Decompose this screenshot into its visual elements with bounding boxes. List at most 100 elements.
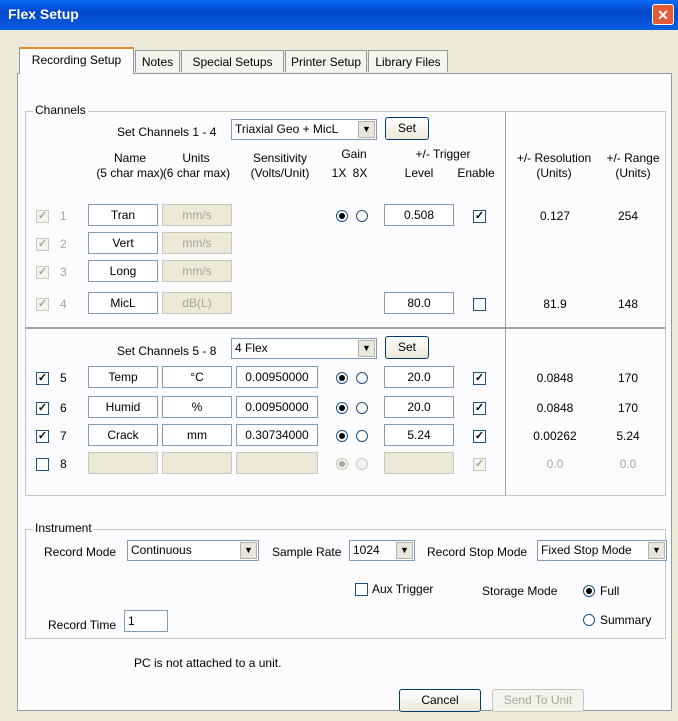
channel-8-sensitivity[interactable]	[236, 452, 318, 474]
tab-recording-setup[interactable]: Recording Setup	[19, 47, 134, 74]
channel-4-checkbox[interactable]: ✓	[36, 298, 49, 311]
storage-summary-label: Summary	[600, 613, 652, 627]
channels-5-8-select[interactable]: 4 Flex ▼	[231, 338, 377, 359]
channel-6-units[interactable]: %	[162, 396, 232, 418]
channel-7-checkbox[interactable]: ✓	[36, 430, 49, 443]
channel-7-name[interactable]: Crack	[88, 424, 158, 446]
channel-1-name[interactable]: Tran	[88, 204, 158, 226]
record-mode-label: Record Mode	[44, 545, 117, 559]
tab-printer-setup[interactable]: Printer Setup	[285, 50, 367, 72]
set-channels-5-8-button[interactable]: Set	[385, 336, 429, 359]
storage-summary-radio[interactable]	[583, 614, 595, 626]
dropdown-arrow-icon: ▼	[358, 121, 375, 138]
channel-6-gain-1x[interactable]	[336, 402, 348, 414]
cancel-button[interactable]: Cancel	[399, 689, 481, 712]
status-text: PC is not attached to a unit.	[134, 656, 282, 670]
header-resolution-sub: (Units)	[536, 166, 572, 180]
channel-6-name[interactable]: Humid	[88, 396, 158, 418]
channel-7-trigger-level[interactable]: 5.24	[384, 424, 454, 446]
channel-5-name[interactable]: Temp	[88, 366, 158, 388]
channel-4-units[interactable]: dB(L)	[162, 292, 232, 314]
record-stop-mode-value: Fixed Stop Mode	[541, 543, 632, 557]
channel-8-resolution: 0.0	[546, 457, 564, 471]
sample-rate-select[interactable]: 1024 ▼	[349, 540, 415, 561]
channel-8-gain-8x[interactable]	[356, 458, 368, 470]
channel-5-checkbox[interactable]: ✓	[36, 372, 49, 385]
header-trigger-level: Level	[404, 166, 434, 180]
channel-5-trigger-enable[interactable]: ✓	[473, 372, 486, 385]
channel-8-gain-1x[interactable]	[336, 458, 348, 470]
close-button[interactable]: ✕	[652, 4, 674, 25]
record-mode-select[interactable]: Continuous ▼	[127, 540, 259, 561]
storage-full-radio[interactable]	[583, 585, 595, 597]
header-sensitivity: Sensitivity	[252, 151, 308, 165]
window-title: Flex Setup	[8, 6, 79, 22]
channel-7-trigger-enable[interactable]: ✓	[473, 430, 486, 443]
channel-6-sensitivity[interactable]: 0.00950000	[236, 396, 318, 418]
channel-6-resolution: 0.0848	[536, 401, 574, 415]
channel-8-trigger-enable[interactable]: ✓	[473, 458, 486, 471]
channel-6-trigger-enable[interactable]: ✓	[473, 402, 486, 415]
channel-6-checkbox[interactable]: ✓	[36, 402, 49, 415]
header-units-sub: (6 char max)	[162, 166, 231, 180]
tab-library-files[interactable]: Library Files	[368, 50, 448, 72]
set-channels-1-4-button[interactable]: Set	[385, 117, 429, 140]
channel-3-name[interactable]: Long	[88, 260, 158, 282]
channel-8-trigger-level[interactable]	[384, 452, 454, 474]
channel-3-checkbox[interactable]: ✓	[36, 266, 49, 279]
channel-1-number: 1	[60, 209, 67, 223]
channel-7-range: 5.24	[616, 429, 640, 443]
set-channels-5-8-label: Set Channels 5 - 8	[117, 344, 217, 358]
channels-5-8-value: 4 Flex	[235, 341, 268, 355]
channel-2-name[interactable]: Vert	[88, 232, 158, 254]
tab-notes[interactable]: Notes	[135, 50, 180, 72]
channel-8-name[interactable]	[88, 452, 158, 474]
channel-4-name[interactable]: MicL	[88, 292, 158, 314]
channel-6-trigger-level[interactable]: 20.0	[384, 396, 454, 418]
channel-5-units[interactable]: °C	[162, 366, 232, 388]
channel-7-resolution: 0.00262	[533, 429, 577, 443]
channel-7-units[interactable]: mm	[162, 424, 232, 446]
channel-5-gain-8x[interactable]	[356, 372, 368, 384]
storage-full-label: Full	[600, 584, 620, 598]
channel-1-trigger-level[interactable]: 0.508	[384, 204, 454, 226]
channel-3-units[interactable]: mm/s	[162, 260, 232, 282]
channel-8-units[interactable]	[162, 452, 232, 474]
record-time-input[interactable]: 1	[124, 610, 168, 632]
aux-trigger-checkbox[interactable]	[355, 583, 368, 596]
channel-7-sensitivity[interactable]: 0.30734000	[236, 424, 318, 446]
channel-2-checkbox[interactable]: ✓	[36, 238, 49, 251]
channel-4-trigger-enable[interactable]	[473, 298, 486, 311]
header-range-sub: (Units)	[615, 166, 651, 180]
aux-trigger-label: Aux Trigger	[372, 582, 434, 596]
channel-7-gain-8x[interactable]	[356, 430, 368, 442]
channel-1-gain-8x[interactable]	[356, 210, 368, 222]
channel-2-units[interactable]: mm/s	[162, 232, 232, 254]
send-to-unit-button[interactable]: Send To Unit	[492, 689, 584, 712]
channel-8-range: 0.0	[619, 457, 637, 471]
dropdown-arrow-icon: ▼	[648, 542, 665, 559]
channel-1-units[interactable]: mm/s	[162, 204, 232, 226]
channels-1-4-select[interactable]: Triaxial Geo + MicL ▼	[231, 119, 377, 140]
header-gain-8x: 8X	[352, 166, 368, 180]
header-trigger-enable: Enable	[457, 166, 495, 180]
channel-7-gain-1x[interactable]	[336, 430, 348, 442]
channel-5-range: 170	[617, 371, 639, 385]
channel-8-checkbox[interactable]	[36, 458, 49, 471]
title-bar	[0, 0, 678, 30]
channel-4-trigger-level[interactable]: 80.0	[384, 292, 454, 314]
channel-1-gain-1x[interactable]	[336, 210, 348, 222]
channel-5-sensitivity[interactable]: 0.00950000	[236, 366, 318, 388]
channel-1-trigger-enable[interactable]: ✓	[473, 210, 486, 223]
header-units: Units	[182, 151, 210, 165]
record-stop-mode-select[interactable]: Fixed Stop Mode ▼	[537, 540, 667, 561]
tab-special-setups[interactable]: Special Setups	[181, 50, 284, 72]
storage-mode-label: Storage Mode	[482, 584, 558, 598]
channel-1-resolution: 0.127	[539, 209, 571, 223]
channel-1-checkbox[interactable]: ✓	[36, 210, 49, 223]
channel-5-trigger-level[interactable]: 20.0	[384, 366, 454, 388]
section-divider	[26, 327, 665, 329]
channel-6-gain-8x[interactable]	[356, 402, 368, 414]
channel-5-gain-1x[interactable]	[336, 372, 348, 384]
channel-4-number: 4	[60, 297, 67, 311]
